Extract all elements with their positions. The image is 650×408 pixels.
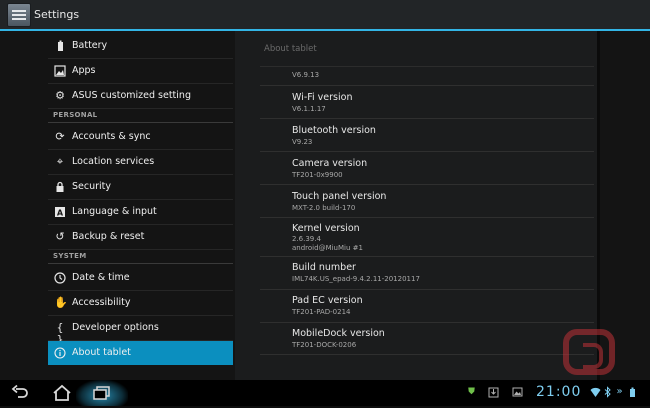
settings-sidebar: Battery Apps ⚙ ASUS customized setting P… bbox=[48, 31, 233, 380]
row-title: Build number bbox=[292, 262, 356, 273]
sidebar-item-label: Date & time bbox=[72, 272, 130, 283]
sidebar-item-backup-reset[interactable]: ↺ Backup & reset bbox=[48, 225, 233, 250]
settings-content: Battery Apps ⚙ ASUS customized setting P… bbox=[0, 31, 650, 380]
wifi-icon bbox=[590, 386, 601, 398]
status-clock: 21:00 bbox=[536, 384, 582, 400]
hand-icon: ✋ bbox=[54, 296, 68, 309]
section-header-label: SYSTEM bbox=[53, 252, 87, 260]
sidebar-item-asus-customized-setting[interactable]: ⚙ ASUS customized setting bbox=[48, 84, 233, 109]
info-row-wifi-version[interactable]: Wi-Fi version V6.1.1.17 bbox=[260, 86, 594, 119]
battery-icon bbox=[54, 40, 66, 52]
home-icon[interactable] bbox=[50, 383, 74, 403]
backup-icon: ↺ bbox=[55, 230, 65, 243]
sidebar-item-label: Developer options bbox=[72, 322, 159, 333]
back-icon[interactable] bbox=[8, 383, 32, 403]
row-title: Bluetooth version bbox=[292, 125, 376, 136]
sidebar-item-label: Security bbox=[72, 181, 112, 192]
droid-logo-watermark bbox=[563, 329, 615, 375]
chevron-right-icon: » bbox=[616, 386, 623, 397]
settings-app-icon[interactable] bbox=[7, 3, 31, 27]
sidebar-item-battery[interactable]: Battery bbox=[48, 34, 233, 59]
sidebar-item-label: Apps bbox=[72, 65, 96, 76]
row-value: 2.6.39.4 bbox=[292, 235, 321, 243]
sidebar-item-label: Accessibility bbox=[72, 297, 131, 308]
row-title: Kernel version bbox=[292, 223, 360, 234]
shield-icon[interactable]: ⛊ bbox=[466, 386, 477, 398]
sidebar-item-accounts-sync[interactable]: ⟳ Accounts & sync bbox=[48, 125, 233, 150]
row-value: TF201-0x9900 bbox=[292, 171, 343, 179]
sync-icon: ⟳ bbox=[55, 130, 65, 143]
section-header-system: SYSTEM bbox=[48, 250, 233, 264]
sidebar-item-apps[interactable]: Apps bbox=[48, 59, 233, 84]
section-header-label: PERSONAL bbox=[53, 111, 98, 119]
action-bar: Settings bbox=[0, 0, 650, 31]
lock-icon bbox=[54, 181, 66, 193]
info-row-bluetooth-version[interactable]: Bluetooth version V9.23 bbox=[260, 119, 594, 152]
sidebar-item-label: About tablet bbox=[72, 347, 131, 358]
row-title: MobileDock version bbox=[292, 328, 385, 339]
image-icon[interactable] bbox=[512, 386, 523, 398]
download-icon[interactable] bbox=[488, 386, 499, 398]
svg-text:A: A bbox=[57, 209, 64, 218]
row-title: Camera version bbox=[292, 158, 368, 169]
sidebar-item-location-services[interactable]: ⌖ Location services bbox=[48, 150, 233, 175]
scrollbar[interactable] bbox=[597, 31, 600, 380]
language-icon: A bbox=[54, 206, 66, 218]
info-icon bbox=[54, 347, 66, 359]
sidebar-item-security[interactable]: Security bbox=[48, 175, 233, 200]
about-tablet-panel: About tablet V6.9.13 Wi-Fi version V6.1.… bbox=[235, 31, 597, 380]
system-navigation-bar: ⛊ 21:00 » bbox=[0, 380, 650, 406]
sidebar-item-label: ASUS customized setting bbox=[72, 90, 191, 101]
battery-status-icon bbox=[627, 386, 638, 398]
row-value: android@MiuMiu #1 bbox=[292, 244, 363, 252]
sidebar-item-label: Accounts & sync bbox=[72, 131, 151, 142]
apps-icon bbox=[54, 65, 66, 77]
sidebar-item-date-time[interactable]: Date & time bbox=[48, 266, 233, 291]
row-title: Touch panel version bbox=[292, 191, 387, 202]
row-value: TF201-DOCK-0206 bbox=[292, 341, 357, 349]
recent-apps-icon[interactable] bbox=[90, 383, 114, 403]
row-value: IML74K.US_epad-9.4.2.11-20120117 bbox=[292, 275, 420, 283]
sidebar-item-label: Backup & reset bbox=[72, 231, 145, 242]
gear-icon: ⚙ bbox=[55, 89, 65, 102]
info-row-build-number[interactable]: Build number IML74K.US_epad-9.4.2.11-201… bbox=[260, 257, 594, 290]
info-row-kernel-version[interactable]: Kernel version 2.6.39.4 android@MiuMiu #… bbox=[260, 218, 594, 257]
location-icon: ⌖ bbox=[56, 155, 64, 168]
row-value: V6.9.13 bbox=[292, 71, 320, 79]
sidebar-item-label: Language & input bbox=[72, 206, 157, 217]
sidebar-item-accessibility[interactable]: ✋ Accessibility bbox=[48, 291, 233, 316]
sidebar-item-label: Battery bbox=[72, 40, 108, 51]
app-title: Settings bbox=[34, 8, 80, 21]
row-value: TF201-PAD-0214 bbox=[292, 308, 351, 316]
info-row-version[interactable]: V6.9.13 bbox=[260, 68, 594, 86]
bluetooth-icon bbox=[602, 386, 613, 398]
info-row-touch-panel-version[interactable]: Touch panel version MXT-2.0 build-170 bbox=[260, 185, 594, 218]
divider bbox=[260, 66, 594, 67]
section-header-personal: PERSONAL bbox=[48, 109, 233, 123]
sidebar-item-about-tablet[interactable]: About tablet bbox=[48, 341, 233, 365]
panel-title: About tablet bbox=[264, 44, 317, 54]
sidebar-item-language-input[interactable]: A Language & input bbox=[48, 200, 233, 225]
braces-icon: { } bbox=[56, 321, 64, 346]
info-row-pad-ec-version[interactable]: Pad EC version TF201-PAD-0214 bbox=[260, 290, 594, 323]
row-value: V6.1.1.17 bbox=[292, 105, 326, 113]
row-value: V9.23 bbox=[292, 138, 313, 146]
info-row-camera-version[interactable]: Camera version TF201-0x9900 bbox=[260, 152, 594, 185]
sidebar-item-label: Location services bbox=[72, 156, 155, 167]
row-value: MXT-2.0 build-170 bbox=[292, 204, 356, 212]
clock-icon bbox=[54, 272, 66, 284]
info-row-mobiledock-version[interactable]: MobileDock version TF201-DOCK-0206 bbox=[260, 323, 594, 355]
sidebar-item-developer-options[interactable]: { } Developer options bbox=[48, 316, 233, 346]
row-title: Wi-Fi version bbox=[292, 92, 353, 103]
row-title: Pad EC version bbox=[292, 295, 363, 306]
